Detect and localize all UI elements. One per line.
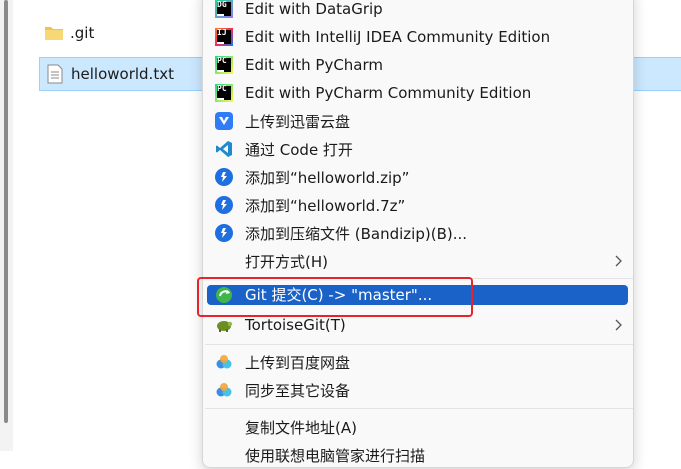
- xunlei-cloud-icon: [215, 112, 233, 130]
- menu-item-edit-intellij[interactable]: IJ Edit with IntelliJ IDEA Community Edi…: [207, 23, 628, 51]
- intellij-idea-icon: IJ: [215, 28, 233, 46]
- file-name: helloworld.txt: [71, 65, 174, 83]
- context-menu: DG Edit with DataGrip IJ Edit with Intel…: [202, 0, 634, 468]
- menu-separator: [205, 344, 633, 345]
- menu-item-label: Edit with DataGrip: [245, 0, 383, 18]
- bandizip-icon: [215, 168, 233, 186]
- menu-item-label: 使用联想电脑管家进行扫描: [245, 446, 426, 465]
- menu-item-sync-devices[interactable]: 同步至其它设备: [207, 376, 628, 404]
- menu-item-open-with-code[interactable]: 通过 Code 打开: [207, 135, 628, 163]
- datagrip-icon: DG: [215, 0, 233, 18]
- file-name: .git: [70, 24, 95, 42]
- tortoisegit-icon: [217, 321, 233, 332]
- bandizip-icon: [215, 224, 233, 242]
- menu-item-copy-path[interactable]: 复制文件地址(A): [207, 413, 628, 441]
- menu-item-lenovo-scan[interactable]: 使用联想电脑管家进行扫描: [207, 441, 628, 469]
- text-file-icon: [45, 64, 65, 84]
- chevron-right-icon: [615, 319, 622, 331]
- menu-item-label: Edit with PyCharm Community Edition: [245, 84, 532, 102]
- annotation-highlight-box: [197, 277, 473, 317]
- menu-item-label: 添加到压缩文件 (Bandizip)(B)...: [245, 224, 468, 243]
- menu-item-label: 打开方式(H): [245, 252, 328, 271]
- menu-item-label: 添加到“helloworld.zip”: [245, 168, 410, 187]
- menu-separator: [205, 408, 633, 409]
- folder-icon: [44, 23, 64, 43]
- menu-item-add-to-archive[interactable]: 添加到压缩文件 (Bandizip)(B)...: [207, 219, 628, 247]
- menu-item-edit-datagrip[interactable]: DG Edit with DataGrip: [207, 0, 628, 23]
- pycharm-community-icon: PC: [215, 84, 233, 102]
- menu-item-label: Edit with IntelliJ IDEA Community Editio…: [245, 28, 551, 46]
- vertical-scrollbar[interactable]: [0, 0, 13, 451]
- menu-item-add-to-7z[interactable]: 添加到“helloworld.7z”: [207, 191, 628, 219]
- menu-item-label: 上传到迅雷云盘: [245, 112, 351, 131]
- bandizip-icon: [215, 196, 233, 214]
- scrollbar-thumb[interactable]: [4, 0, 8, 423]
- vscode-icon: [216, 141, 232, 157]
- menu-item-label: TortoiseGit(T): [245, 316, 346, 334]
- chevron-right-icon: [615, 255, 622, 267]
- menu-item-label: 同步至其它设备: [245, 381, 351, 400]
- menu-item-add-to-zip[interactable]: 添加到“helloworld.zip”: [207, 163, 628, 191]
- menu-item-open-with[interactable]: 打开方式(H): [207, 247, 628, 275]
- menu-item-label: 复制文件地址(A): [245, 418, 357, 437]
- menu-item-upload-xunlei[interactable]: 上传到迅雷云盘: [207, 107, 628, 135]
- menu-item-upload-baidu[interactable]: 上传到百度网盘: [207, 348, 628, 376]
- menu-item-label: 添加到“helloworld.7z”: [245, 196, 406, 215]
- menu-item-edit-pycharm-community[interactable]: PC Edit with PyCharm Community Edition: [207, 79, 628, 107]
- baidu-netdisk-icon: [216, 383, 232, 397]
- baidu-netdisk-icon: [216, 355, 232, 369]
- menu-item-label: 通过 Code 打开: [245, 140, 353, 159]
- pycharm-icon: PC: [215, 56, 233, 74]
- menu-item-label: Edit with PyCharm: [245, 56, 384, 74]
- menu-item-label: 上传到百度网盘: [245, 353, 351, 372]
- menu-item-edit-pycharm[interactable]: PC Edit with PyCharm: [207, 51, 628, 79]
